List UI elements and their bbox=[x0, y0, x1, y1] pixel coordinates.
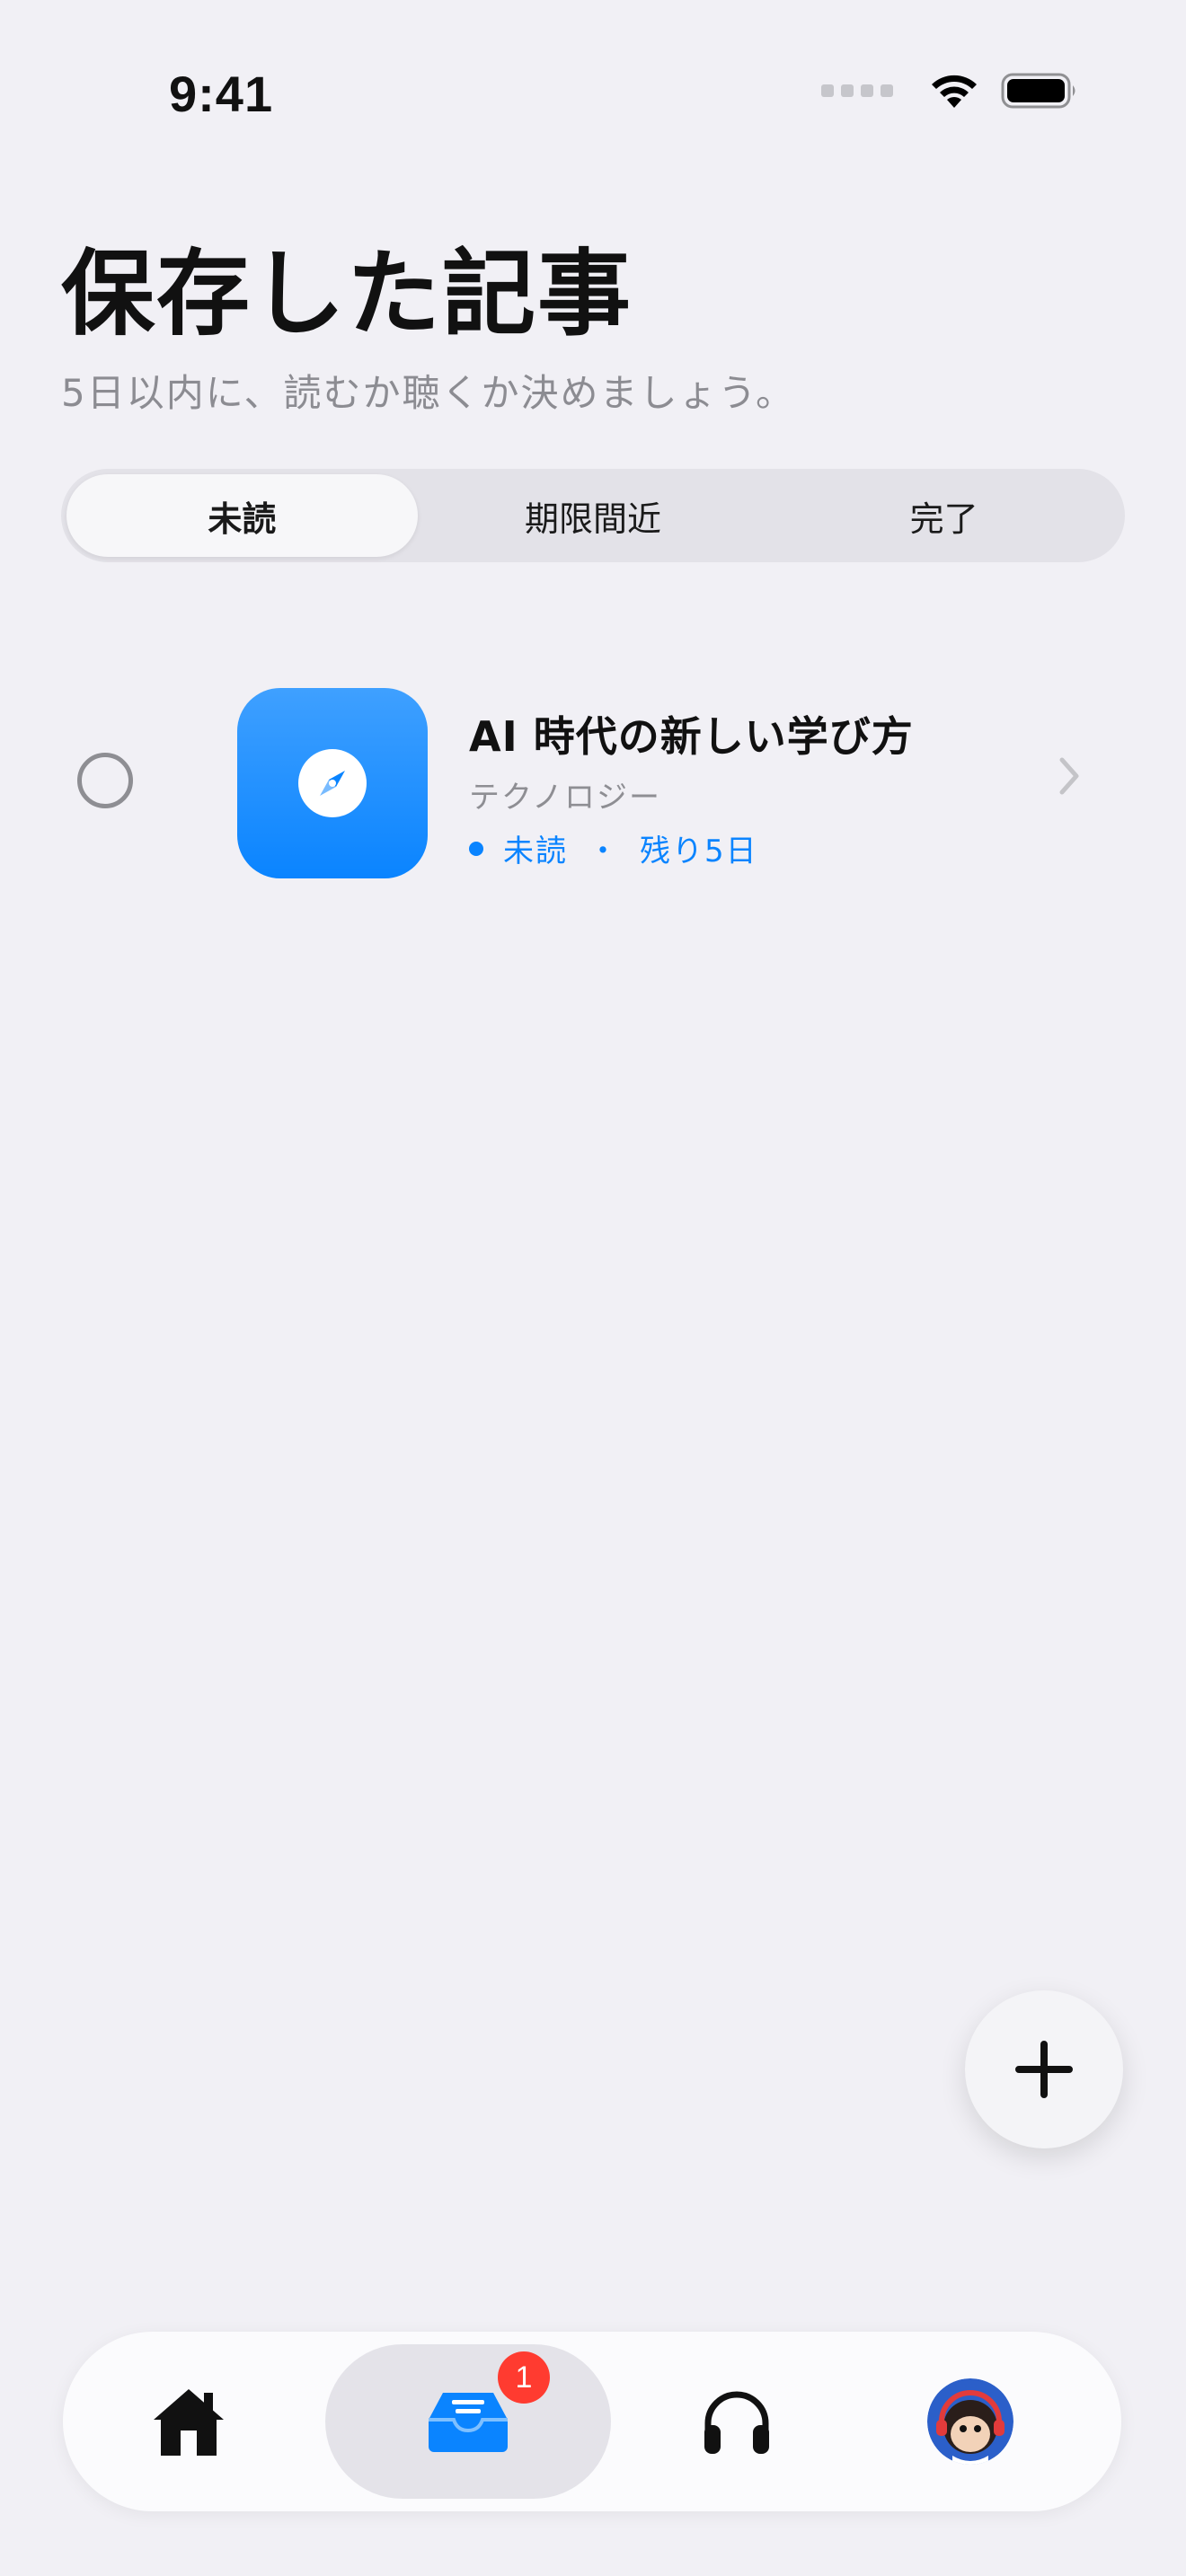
add-article-button[interactable] bbox=[965, 1990, 1123, 2148]
plus-icon bbox=[1015, 2041, 1073, 2098]
battery-icon bbox=[1001, 73, 1075, 109]
tab-listen[interactable] bbox=[638, 2332, 836, 2511]
compass-icon bbox=[298, 749, 367, 817]
inbox-badge: 1 bbox=[498, 2351, 550, 2404]
segment-unread[interactable]: 未読 bbox=[66, 474, 418, 557]
page-title: 保存した記事 bbox=[61, 239, 633, 348]
avatar-monkey bbox=[927, 2378, 1013, 2465]
article-row[interactable]: AI 時代の新しい学び方 テクノロジー 未読 ・ 残り5日 bbox=[61, 683, 1125, 880]
tab-home[interactable] bbox=[90, 2332, 288, 2511]
tab-bar: 1 bbox=[63, 2332, 1121, 2511]
headphones-icon bbox=[704, 2391, 769, 2454]
complete-radio-button[interactable] bbox=[77, 753, 133, 808]
status-icons bbox=[821, 72, 1078, 110]
tab-inbox[interactable]: 1 bbox=[325, 2344, 611, 2499]
home-icon bbox=[154, 2389, 224, 2456]
article-category: テクノロジー bbox=[469, 780, 661, 816]
status-time: 9:41 bbox=[169, 66, 274, 122]
inbox-tray-icon bbox=[429, 2393, 508, 2452]
unread-dot-icon bbox=[469, 841, 483, 856]
article-status: 未読 bbox=[503, 834, 568, 869]
page-subtitle: 5日以内に、読むか聴くか決めましょう。 bbox=[61, 371, 795, 416]
article-title: AI 時代の新しい学び方 bbox=[469, 712, 914, 761]
wifi-icon bbox=[932, 75, 977, 108]
filter-segmented-control: 未読 期限間近 完了 bbox=[61, 469, 1125, 562]
article-meta: 未読 ・ 残り5日 bbox=[469, 826, 758, 870]
meta-separator: ・ bbox=[588, 834, 620, 869]
tab-profile[interactable] bbox=[872, 2332, 1069, 2511]
avatar bbox=[927, 2378, 1013, 2465]
chevron-right-icon bbox=[1059, 757, 1079, 795]
segment-due-soon[interactable]: 期限間近 bbox=[418, 474, 769, 557]
article-thumbnail bbox=[237, 688, 428, 878]
header: 保存した記事 5日以内に、読むか聴くか決めましょう。 bbox=[61, 243, 795, 418]
cellular-signal-icon bbox=[821, 84, 893, 97]
article-remaining: 残り5日 bbox=[640, 834, 758, 869]
status-bar: 9:41 bbox=[0, 0, 1186, 180]
segment-done[interactable]: 完了 bbox=[768, 474, 1120, 557]
